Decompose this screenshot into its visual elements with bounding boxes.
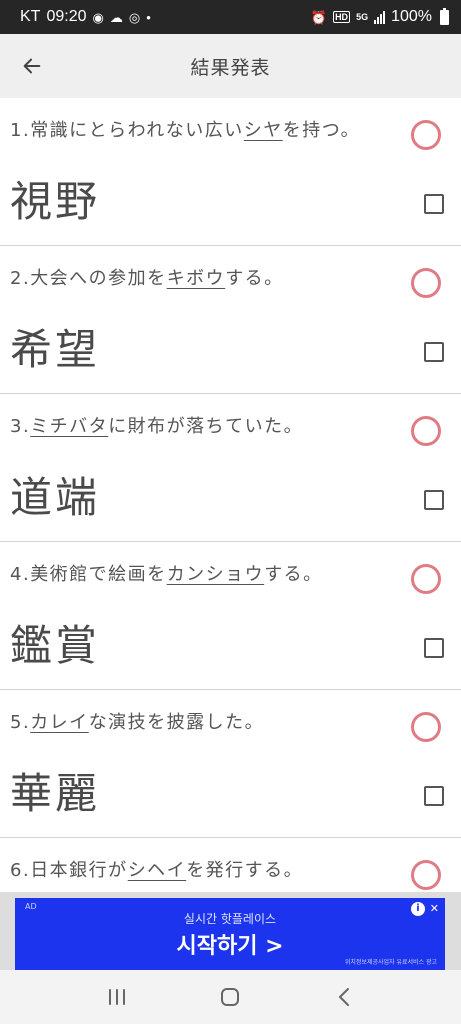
question-target: カレイ	[30, 712, 89, 733]
list-item: 5.カレイな演技を披露した。 華麗	[0, 690, 461, 838]
question-text: 1.常識にとらわれない広いシヤを持つ。	[10, 116, 360, 142]
ad-info-icon[interactable]: i	[411, 902, 425, 916]
target-icon: ◎	[128, 9, 141, 25]
system-nav-bar	[0, 970, 461, 1024]
review-checkbox[interactable]	[424, 786, 444, 806]
question-after: を発行する。	[186, 860, 304, 881]
clock: 09:20	[46, 8, 87, 25]
question-text: 2.大会への参加をキボウする。	[10, 264, 284, 290]
recent-apps-button[interactable]	[97, 977, 137, 1017]
battery-icon	[440, 7, 449, 25]
list-item: 3.ミチバタに財布が落ちていた。 道端	[0, 394, 461, 542]
hd-badge: HD	[333, 11, 351, 23]
sync-icon: ◉	[92, 9, 104, 25]
list-item: 2.大会への参加をキボウする。 希望	[0, 246, 461, 394]
question-text: 5.カレイな演技を披露した。	[10, 708, 264, 734]
list-item: 1.常識にとらわれない広いシヤを持つ。 視野	[0, 98, 461, 246]
ad-headline: 시작하기 >	[176, 934, 284, 959]
answer-text: 道端	[10, 473, 101, 522]
question-text: 4.美術館で絵画をカンショウする。	[10, 560, 323, 586]
question-number: 6.	[10, 860, 31, 881]
arrow-left-icon	[23, 58, 41, 74]
question-after: を持つ。	[282, 120, 361, 141]
app-bar: 結果発表	[0, 34, 461, 98]
question-before: 常識にとらわれない広い	[30, 120, 244, 141]
home-icon	[221, 988, 240, 1006]
question-target: シヘイ	[127, 860, 187, 881]
carrier-label: KT	[20, 8, 41, 25]
notification-dot: •	[146, 9, 151, 25]
result-list[interactable]: 1.常識にとらわれない広いシヤを持つ。 視野 2.大会への参加をキボウする。 希…	[0, 98, 461, 892]
back-button[interactable]	[16, 50, 48, 82]
network-type: 5G	[356, 12, 369, 22]
home-button[interactable]	[210, 977, 250, 1017]
question-number: 5.	[10, 712, 31, 733]
list-item: 4.美術館で絵画をカンショウする。 鑑賞	[0, 542, 461, 690]
correct-circle-icon	[411, 268, 441, 298]
correct-circle-icon	[411, 860, 441, 890]
question-after: な演技を披露した。	[88, 712, 265, 733]
review-checkbox[interactable]	[424, 342, 444, 362]
correct-circle-icon	[411, 712, 441, 742]
question-text: 6.日本銀行がシヘイを発行する。	[10, 856, 303, 882]
correct-circle-icon	[411, 120, 441, 150]
question-before: 美術館で絵画を	[30, 564, 167, 585]
question-target: シヤ	[243, 120, 283, 141]
ad-footnote: 위치정보제공사업자 유료서비스 광고	[344, 959, 437, 966]
question-after: する。	[225, 268, 284, 289]
review-checkbox[interactable]	[424, 490, 444, 510]
answer-text: 希望	[10, 325, 101, 374]
question-target: カンショウ	[166, 564, 265, 585]
chevron-left-icon	[339, 988, 350, 1006]
review-checkbox[interactable]	[424, 194, 444, 214]
recent-apps-icon	[108, 989, 125, 1005]
page-title: 結果発表	[190, 56, 271, 79]
ad-container: AD 실시간 핫플레이스 시작하기 > i ✕ 위치정보제공사업자 유료서비스 …	[0, 892, 461, 970]
question-after: に財布が落ちていた。	[108, 416, 304, 437]
status-left: KT 09:20 ◉ ☁ ◎ •	[20, 8, 151, 26]
question-text: 3.ミチバタに財布が落ちていた。	[10, 412, 303, 438]
ad-close-icon[interactable]: ✕	[430, 902, 439, 915]
ad-banner[interactable]: AD 실시간 핫플레이스 시작하기 > i ✕ 위치정보제공사업자 유료서비스 …	[15, 898, 445, 970]
correct-circle-icon	[411, 416, 441, 446]
status-right: ⏰ HD 5G 100%	[310, 7, 449, 26]
alarm-icon: ⏰	[310, 9, 328, 25]
status-bar: KT 09:20 ◉ ☁ ◎ • ⏰ HD 5G 100%	[0, 0, 461, 34]
question-number: 4.	[10, 564, 31, 585]
list-item: 6.日本銀行がシヘイを発行する。	[0, 838, 461, 892]
cloud-icon: ☁	[109, 9, 123, 25]
question-target: ミチバタ	[30, 416, 109, 437]
system-back-button[interactable]	[324, 977, 364, 1017]
correct-circle-icon	[411, 564, 441, 594]
question-number: 1.	[10, 120, 31, 141]
battery-percent: 100%	[391, 8, 432, 25]
question-before: 日本銀行が	[30, 860, 128, 881]
question-after: する。	[264, 564, 323, 585]
question-number: 3.	[10, 416, 31, 437]
question-target: キボウ	[166, 268, 226, 289]
answer-text: 鑑賞	[10, 621, 101, 670]
question-before: 大会への参加を	[30, 268, 167, 289]
answer-text: 視野	[10, 177, 101, 226]
signal-icon	[374, 10, 386, 24]
question-number: 2.	[10, 268, 31, 289]
answer-text: 華麗	[10, 769, 101, 818]
ad-subtitle: 실시간 핫플레이스	[183, 912, 277, 926]
review-checkbox[interactable]	[424, 638, 444, 658]
